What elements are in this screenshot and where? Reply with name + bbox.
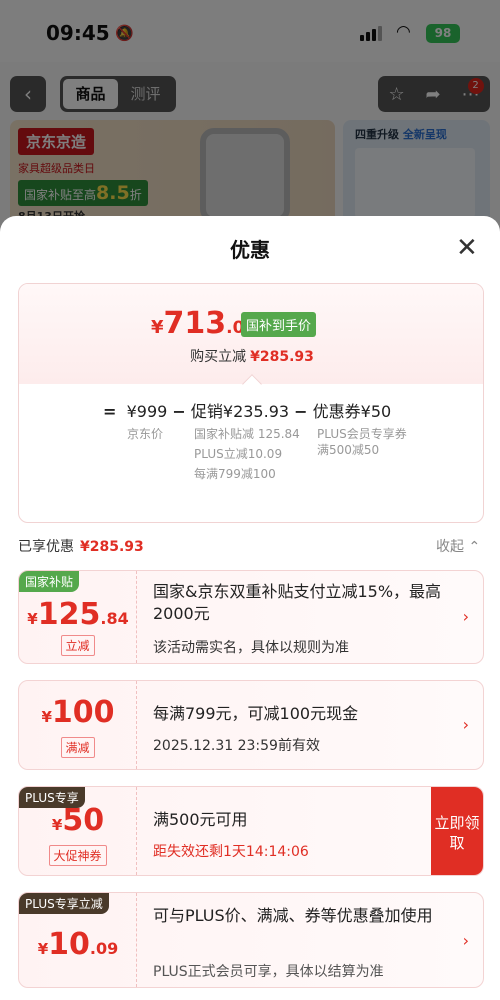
card-sub: 2025.12.31 23:59前有效 [153, 738, 320, 754]
close-button[interactable]: ✕ [456, 235, 478, 261]
card-amount: ¥50 [51, 803, 105, 838]
final-price-tag: 国补到手价 [241, 312, 317, 337]
coupon-detail: PLUS会员专享券满500减50 [317, 427, 407, 457]
card-sub: 该活动需实名，具体以规则为准 [153, 640, 349, 656]
card-desc: 每满799元，可减100元现金 [153, 704, 359, 723]
final-price-panel: ¥713.07 国补到手价 购买立减¥285.93 [19, 284, 483, 394]
card-tag: 大促神券 [48, 845, 107, 866]
card-tag: 立减 [60, 635, 95, 656]
card-amount-panel: ¥100 满减 [19, 681, 137, 769]
card-desc: 满500元可用 [153, 810, 248, 829]
card-amount: ¥125.84 [27, 597, 129, 632]
collapse-button[interactable]: 收起 ⌃ [436, 536, 480, 556]
promo-details: 国家补贴减 125.84 PLUS立减10.09 每满799减100 [194, 427, 300, 481]
card-tag: 满减 [60, 737, 95, 758]
card-amount-panel: 国家补贴 ¥125.84 立减 [19, 571, 137, 663]
price-formula: = ¥999 − 促销¥235.93 − 优惠券¥50 [103, 402, 392, 421]
chevron-right-icon[interactable]: › [463, 715, 469, 734]
price-summary: ¥713.07 国补到手价 购买立减¥285.93 = ¥999 − 促销¥23… [18, 283, 484, 523]
claim-button[interactable]: 立即领取 [431, 787, 483, 875]
base-price-label: 京东价 [127, 427, 164, 441]
discount-card-plus-reduce[interactable]: PLUS专享立减 ¥10.09 可与PLUS价、满减、券等优惠叠加使用 PLUS… [18, 892, 484, 988]
card-amount-panel: PLUS专享 ¥50 大促神券 [19, 787, 137, 875]
pointer-notch [242, 374, 262, 394]
card-sub: PLUS正式会员可享，具体以结算为准 [153, 964, 384, 980]
card-amount: ¥10.09 [37, 927, 119, 962]
discount-card-subsidy[interactable]: 国家补贴 ¥125.84 立减 国家&京东双重补贴支付立减15%，最高2000元… [18, 570, 484, 664]
save-line: 购买立减 ¥285.93 [190, 349, 314, 365]
card-desc: 可与PLUS价、满减、券等优惠叠加使用 [153, 906, 433, 925]
card-amount-panel: PLUS专享立减 ¥10.09 [19, 893, 137, 987]
card-badge: 国家补贴 [19, 571, 80, 592]
card-amount: ¥100 [41, 695, 115, 730]
discount-sheet: 优惠 ✕ ¥713.07 国补到手价 购买立减¥285.93 = ¥999 − … [0, 216, 500, 1000]
discount-card-fullreduce[interactable]: ¥100 满减 每满799元，可减100元现金 2025.12.31 23:59… [18, 680, 484, 770]
chevron-right-icon[interactable]: › [463, 931, 469, 950]
sheet-title: 优惠 [230, 238, 270, 262]
card-badge: PLUS专享立减 [19, 893, 109, 914]
chevron-right-icon[interactable]: › [463, 607, 469, 626]
card-sub: 距失效还剩1天14:14:06 [153, 844, 309, 860]
discount-card-plus-coupon[interactable]: PLUS专享 ¥50 大促神券 满500元可用 距失效还剩1天14:14:06 … [18, 786, 484, 876]
card-desc: 国家&京东双重补贴支付立减15%，最高2000元 [153, 582, 442, 623]
enjoyed-discount: 已享优惠 ¥285.93 [18, 539, 144, 555]
